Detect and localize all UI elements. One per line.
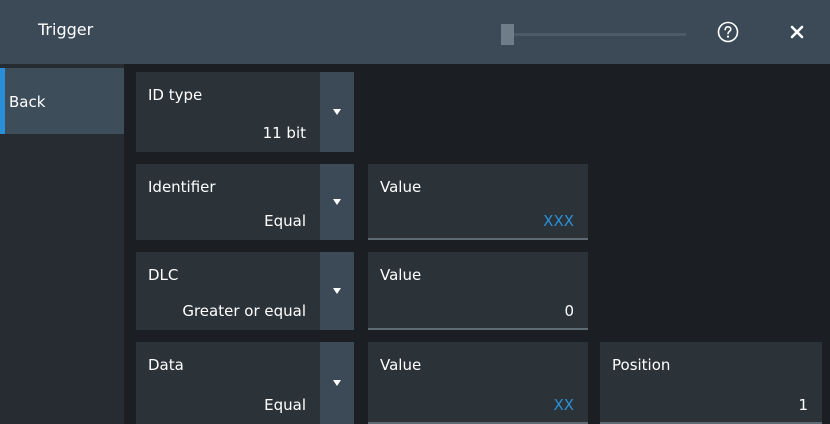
data-value-field[interactable]: Value XX [368,342,588,424]
back-button-label: Back [9,93,46,111]
dlc-dropdown-button[interactable] [320,252,354,330]
identifier-value-field-label: Value [380,178,422,196]
close-icon[interactable] [786,21,808,43]
field-underline [368,328,588,330]
dlc-value-field-label: Value [380,266,422,284]
field-underline [368,238,588,240]
id-type-value: 11 bit [262,124,306,142]
dlc-value-field-value: 0 [564,302,574,320]
data-value-field-label: Value [380,356,422,374]
sidebar: Back [0,64,124,424]
data-position-field[interactable]: Position 1 [600,342,822,424]
id-type-dropdown-button[interactable] [320,72,354,152]
chevron-down-icon [333,288,341,294]
chevron-down-icon [333,199,341,205]
dlc-value-field[interactable]: Value 0 [368,252,588,330]
id-type-label: ID type [148,86,203,104]
dlc-selector[interactable]: DLC Greater or equal [136,252,320,330]
identifier-label: Identifier [148,178,216,196]
data-value-field-value: XX [553,396,574,414]
transparency-slider-track[interactable] [514,33,686,36]
data-position-field-value: 1 [798,396,808,414]
chevron-down-icon [333,380,341,386]
identifier-selector[interactable]: Identifier Equal [136,164,320,240]
data-dropdown-button[interactable] [320,342,354,424]
identifier-value-field[interactable]: Value XXX [368,164,588,240]
trigger-settings-panel: ID type 11 bit Identifier Equal Value XX… [128,64,830,424]
data-label: Data [148,356,184,374]
help-circle-icon[interactable] [717,21,739,43]
active-indicator [0,68,5,134]
transparency-slider-handle[interactable] [501,24,514,45]
identifier-value-field-value: XXX [543,212,574,230]
data-value: Equal [264,396,306,414]
dlc-label: DLC [148,266,179,284]
data-selector[interactable]: Data Equal [136,342,320,424]
chevron-down-icon [333,109,341,115]
title-bar: Trigger [0,0,830,64]
dlc-value: Greater or equal [182,302,306,320]
id-type-selector[interactable]: ID type 11 bit [136,72,320,152]
identifier-dropdown-button[interactable] [320,164,354,240]
back-button[interactable]: Back [0,68,124,134]
data-position-field-label: Position [612,356,671,374]
window-title: Trigger [38,20,94,39]
identifier-value: Equal [264,212,306,230]
